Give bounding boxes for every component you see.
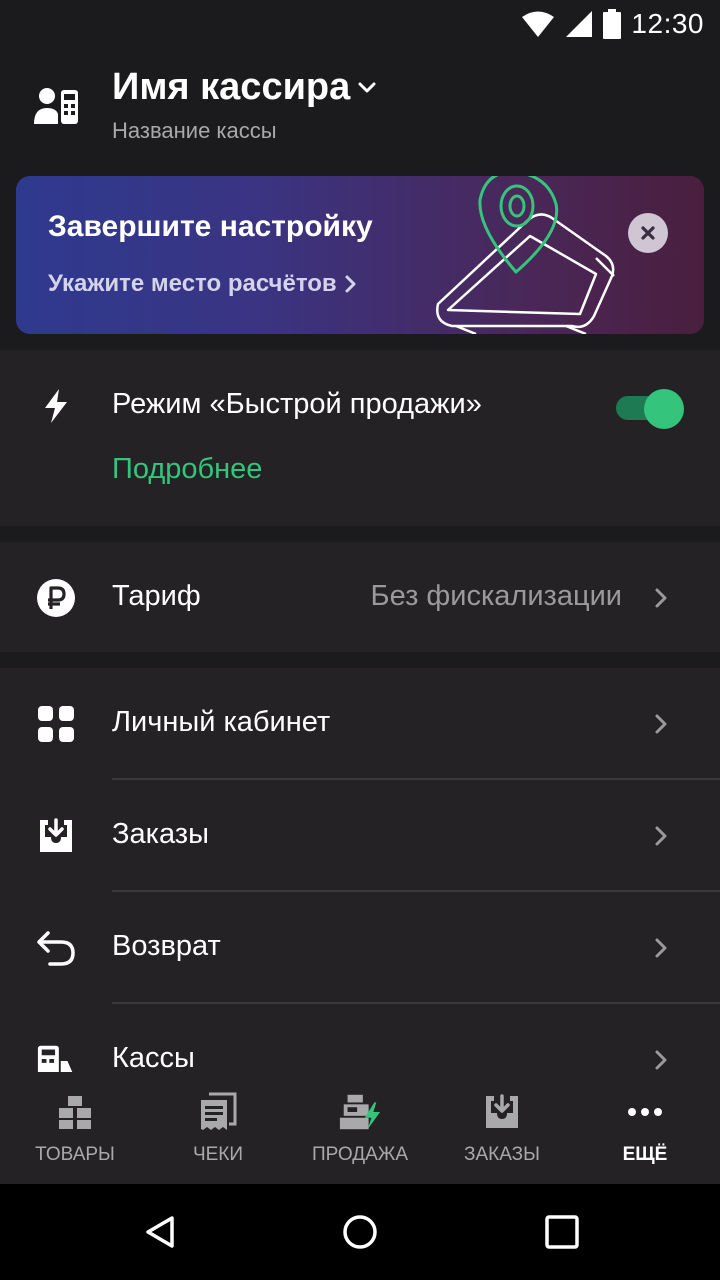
back-triangle-icon xyxy=(146,1216,174,1248)
system-nav-bar xyxy=(0,1184,720,1280)
return-arrow-icon xyxy=(36,928,76,968)
tab-label: ТОВАРЫ xyxy=(35,1144,115,1165)
tab-receipts[interactable]: ЧЕКИ xyxy=(146,1072,290,1184)
battery-icon xyxy=(603,9,622,39)
boxes-icon xyxy=(53,1092,97,1132)
tariff-card: Тариф Без фискализации xyxy=(0,542,720,652)
header[interactable]: Имя кассира Название кассы xyxy=(0,48,720,160)
location-terminal-icon xyxy=(436,176,615,334)
tab-sale[interactable]: ПРОДАЖА xyxy=(288,1072,432,1184)
quick-sale-toggle[interactable] xyxy=(616,389,684,429)
cashier-icon xyxy=(34,88,78,124)
banner-link-label: Укажите место расчётов xyxy=(48,270,337,297)
home-circle-icon xyxy=(343,1215,377,1249)
banner-title: Завершите настройку xyxy=(48,210,373,243)
tab-label: ПРОДАЖА xyxy=(311,1144,409,1165)
menu-item-label: Возврат xyxy=(112,930,221,962)
register-name: Название кассы xyxy=(112,118,277,143)
tariff-label: Тариф xyxy=(112,580,201,612)
dashboard-icon xyxy=(36,704,76,744)
tariff-row[interactable]: Тариф Без фискализации xyxy=(0,542,720,652)
quick-sale-card: Режим «Быстрой продажи» Подробнее xyxy=(0,350,720,526)
tab-label: ЧЕКИ xyxy=(192,1144,244,1165)
menu-list: Личный кабинет Заказы Возврат Кассы xyxy=(0,668,720,1080)
chevron-right-icon xyxy=(345,275,356,293)
quick-sale-more-link[interactable]: Подробнее xyxy=(112,453,262,486)
tab-orders[interactable]: ЗАКАЗЫ xyxy=(430,1072,574,1184)
nav-back-button[interactable] xyxy=(138,1212,182,1252)
bottom-tab-bar: ТОВАРЫ ЧЕКИ ПРОДАЖА ЗАКАЗЫ ЕЩЁ xyxy=(0,1072,720,1184)
close-icon xyxy=(641,226,655,240)
chevron-down-icon xyxy=(358,82,376,92)
chevron-right-icon xyxy=(655,714,667,734)
nav-recents-button[interactable] xyxy=(540,1212,584,1252)
toggle-knob xyxy=(644,389,684,429)
banner-close-button[interactable] xyxy=(628,213,668,253)
status-bar: 12:30 xyxy=(0,0,720,48)
sale-register-icon xyxy=(338,1092,382,1132)
nav-home-button[interactable] xyxy=(338,1212,382,1252)
tab-products[interactable]: ТОВАРЫ xyxy=(3,1072,147,1184)
chevron-right-icon xyxy=(655,588,667,608)
lightning-icon xyxy=(45,389,67,423)
cashier-name: Имя кассира xyxy=(112,66,351,108)
menu-item-label: Кассы xyxy=(112,1042,195,1074)
orders-inbox-icon xyxy=(480,1092,524,1132)
status-time: 12:30 xyxy=(631,8,704,39)
banner-link[interactable]: Укажите место расчётов xyxy=(48,270,357,298)
wifi-icon xyxy=(522,11,555,37)
inbox-download-icon xyxy=(36,816,76,856)
recents-square-icon xyxy=(545,1215,579,1249)
menu-item-return[interactable]: Возврат xyxy=(0,892,720,1002)
chevron-right-icon xyxy=(655,826,667,846)
menu-item-label: Личный кабинет xyxy=(112,706,331,738)
menu-item-account[interactable]: Личный кабинет xyxy=(0,668,720,778)
cashier-selector[interactable]: Имя кассира xyxy=(112,66,376,109)
quick-sale-label: Режим «Быстрой продажи» xyxy=(112,388,482,420)
more-dots-icon xyxy=(623,1092,667,1132)
tab-label: ЕЩЁ xyxy=(622,1144,668,1165)
tariff-value: Без фискализации xyxy=(370,580,622,612)
ruble-icon xyxy=(36,578,76,618)
chevron-right-icon xyxy=(655,938,667,958)
signal-icon xyxy=(566,11,593,37)
tab-more[interactable]: ЕЩЁ xyxy=(573,1072,717,1184)
receipts-icon xyxy=(196,1092,240,1132)
setup-banner[interactable]: Завершите настройку Укажите место расчёт… xyxy=(16,176,704,334)
menu-item-registers[interactable]: Кассы xyxy=(0,1004,720,1080)
tab-label: ЗАКАЗЫ xyxy=(464,1144,540,1165)
menu-item-orders[interactable]: Заказы xyxy=(0,780,720,890)
menu-item-label: Заказы xyxy=(112,818,209,850)
